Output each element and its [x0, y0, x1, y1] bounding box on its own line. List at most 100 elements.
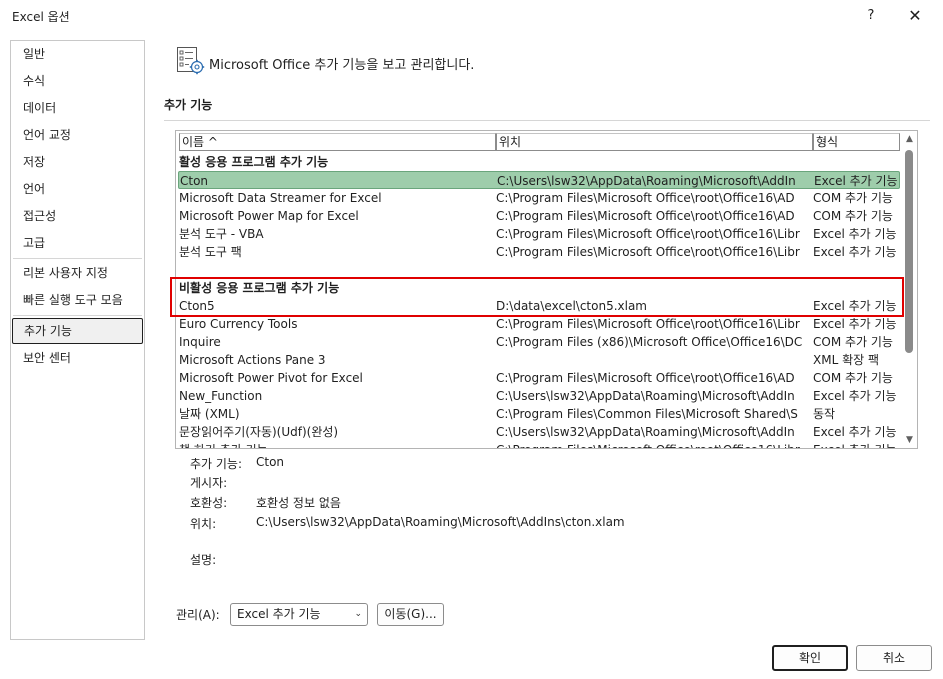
addin-location: C:\Program Files\Common Files\Microsoft …	[496, 407, 798, 421]
window-title: Excel 옵션	[12, 10, 70, 24]
addin-type: Excel 추가 기능	[813, 425, 897, 439]
sidebar-divider	[13, 258, 142, 259]
detail-addin-label: 추가 기능:	[190, 457, 243, 471]
sidebar-item-formulas[interactable]: 수식	[11, 68, 144, 94]
addin-type: 동작	[813, 407, 836, 421]
addin-type: Excel 추가 기능	[813, 441, 903, 448]
addin-type: Excel 추가 기능	[814, 174, 898, 188]
addin-location: C:\Program Files\Microsoft Office\root\O…	[496, 245, 800, 259]
detail-addin-value: Cton	[256, 455, 285, 469]
sidebar-item-advanced[interactable]: 고급	[11, 230, 144, 256]
column-header-type[interactable]: 형식	[813, 133, 900, 151]
addin-name: 책 하기 추가 기능	[179, 441, 491, 448]
addin-row[interactable]: Inquire C:\Program Files (x86)\Microsoft…	[178, 333, 900, 351]
manage-dropdown[interactable]: Excel 추가 기능 ⌄	[230, 603, 368, 626]
detail-location-label: 위치:	[190, 517, 217, 531]
addin-location: C:\Program Files\Microsoft Office\root\O…	[496, 227, 800, 241]
sidebar-item-quick-access-toolbar[interactable]: 빠른 실행 도구 모음	[11, 287, 144, 313]
ok-button[interactable]: 확인	[772, 645, 848, 671]
addin-type: Excel 추가 기능	[813, 389, 897, 403]
help-button[interactable]: ?	[860, 4, 882, 28]
addin-name: 분석 도구 - VBA	[179, 227, 264, 241]
section-divider	[164, 120, 930, 121]
addin-row[interactable]: Microsoft Actions Pane 3 XML 확장 팩	[178, 351, 900, 369]
page-description: Microsoft Office 추가 기능을 보고 관리합니다.	[209, 58, 475, 73]
detail-description-label: 설명:	[190, 553, 217, 567]
column-header-location[interactable]: 위치	[496, 133, 813, 151]
addin-row[interactable]: 분석 도구 팩 C:\Program Files\Microsoft Offic…	[178, 243, 900, 261]
addin-name: Cton	[180, 174, 209, 188]
detail-compatibility-label: 호환성:	[190, 496, 228, 510]
title-bar	[0, 0, 943, 34]
sidebar-item-accessibility[interactable]: 접근성	[11, 203, 144, 229]
sidebar-item-proofing[interactable]: 언어 교정	[11, 122, 144, 148]
addin-name: 문장읽어주기(자동)(Udf)(완성)	[179, 425, 339, 439]
go-button[interactable]: 이동(G)...	[377, 603, 444, 626]
addin-row[interactable]: Cton5 D:\data\excel\cton5.xlam Excel 추가 …	[178, 297, 900, 315]
close-button[interactable]: ✕	[903, 4, 927, 28]
addin-name: Inquire	[179, 335, 221, 349]
addin-name: Microsoft Power Pivot for Excel	[179, 371, 363, 385]
section-title: 추가 기능	[164, 98, 213, 112]
scrollbar-thumb[interactable]	[905, 150, 913, 353]
addin-name: Microsoft Actions Pane 3	[179, 353, 326, 367]
addin-name: 날짜 (XML)	[179, 407, 240, 421]
column-header-name[interactable]: 이름 ^	[179, 133, 496, 151]
addin-type: COM 추가 기능	[813, 191, 893, 205]
addin-location: C:\Users\lsw32\AppData\Roaming\Microsoft…	[496, 389, 795, 403]
addin-type: COM 추가 기능	[813, 209, 893, 223]
sidebar-item-language[interactable]: 언어	[11, 176, 144, 202]
addin-row[interactable]: Euro Currency Tools C:\Program Files\Mic…	[178, 315, 900, 333]
addin-location: C:\Program Files\Microsoft Office\root\O…	[496, 441, 808, 448]
addins-list[interactable]: 이름 ^ 위치 형식 활성 응용 프로그램 추가 기능 Cton C:\User…	[175, 130, 918, 449]
sidebar: 일반 수식 데이터 언어 교정 저장 언어 접근성 고급 리본 사용자 지정 빠…	[10, 40, 145, 640]
active-addins-group-header: 활성 응용 프로그램 추가 기능	[179, 155, 329, 169]
addin-type: COM 추가 기능	[813, 371, 893, 385]
sidebar-item-general[interactable]: 일반	[11, 41, 144, 67]
addin-row[interactable]: 문장읽어주기(자동)(Udf)(완성) C:\Users\lsw32\AppDa…	[178, 423, 900, 441]
addin-row[interactable]: 분석 도구 - VBA C:\Program Files\Microsoft O…	[178, 225, 900, 243]
addin-location: C:\Users\lsw32\AppData\Roaming\Microsoft…	[496, 425, 795, 439]
addin-location: C:\Program Files (x86)\Microsoft Office\…	[496, 335, 803, 349]
addin-row[interactable]: New_Function C:\Users\lsw32\AppData\Roam…	[178, 387, 900, 405]
addin-location: D:\data\excel\cton5.xlam	[496, 299, 647, 313]
addin-row[interactable]: Microsoft Power Pivot for Excel C:\Progr…	[178, 369, 900, 387]
detail-publisher-label: 게시자:	[190, 476, 228, 490]
addin-type: Excel 추가 기능	[813, 299, 897, 313]
addin-row[interactable]: Microsoft Data Streamer for Excel C:\Pro…	[178, 189, 900, 207]
manage-dropdown-value: Excel 추가 기능	[237, 607, 321, 621]
detail-location-value: C:\Users\lsw32\AppData\Roaming\Microsoft…	[256, 515, 625, 529]
sidebar-item-save[interactable]: 저장	[11, 149, 144, 175]
addin-name: Euro Currency Tools	[179, 317, 298, 331]
addin-type: COM 추가 기능	[813, 335, 893, 349]
addin-name: New_Function	[179, 389, 263, 403]
addin-name: Microsoft Power Map for Excel	[179, 209, 359, 223]
addin-type: Excel 추가 기능	[813, 227, 897, 241]
sidebar-item-trust-center[interactable]: 보안 센터	[11, 345, 144, 371]
addin-type: Excel 추가 기능	[813, 317, 897, 331]
addin-row-selected[interactable]: Cton C:\Users\lsw32\AppData\Roaming\Micr…	[178, 171, 900, 189]
addin-type: Excel 추가 기능	[813, 245, 897, 259]
scroll-up-icon[interactable]: ▲	[902, 132, 917, 146]
addin-type: XML 확장 팩	[813, 353, 880, 367]
sidebar-item-data[interactable]: 데이터	[11, 95, 144, 121]
sidebar-divider	[13, 315, 142, 316]
inactive-addins-group-header: 비활성 응용 프로그램 추가 기능	[179, 281, 340, 295]
scroll-down-icon[interactable]: ▼	[902, 433, 917, 447]
sidebar-item-addins[interactable]: 추가 기능	[12, 318, 143, 344]
addin-name: 분석 도구 팩	[179, 245, 242, 259]
chevron-down-icon: ⌄	[354, 609, 362, 619]
addin-row[interactable]: 날짜 (XML) C:\Program Files\Common Files\M…	[178, 405, 900, 423]
manage-label: 관리(A):	[176, 608, 220, 622]
addin-location: C:\Program Files\Microsoft Office\root\O…	[496, 209, 795, 223]
addin-location: C:\Program Files\Microsoft Office\root\O…	[496, 371, 795, 385]
addin-row[interactable]: 책 하기 추가 기능 C:\Program Files\Microsoft Of…	[178, 441, 903, 448]
addin-row[interactable]: Microsoft Power Map for Excel C:\Program…	[178, 207, 900, 225]
sidebar-item-customize-ribbon[interactable]: 리본 사용자 지정	[11, 260, 144, 286]
addins-settings-icon	[176, 46, 206, 76]
addin-location: C:\Program Files\Microsoft Office\root\O…	[496, 317, 800, 331]
addin-name: Cton5	[179, 299, 215, 313]
addin-location: C:\Users\lsw32\AppData\Roaming\Microsoft…	[497, 174, 796, 188]
addin-location: C:\Program Files\Microsoft Office\root\O…	[496, 191, 795, 205]
cancel-button[interactable]: 취소	[856, 645, 932, 671]
